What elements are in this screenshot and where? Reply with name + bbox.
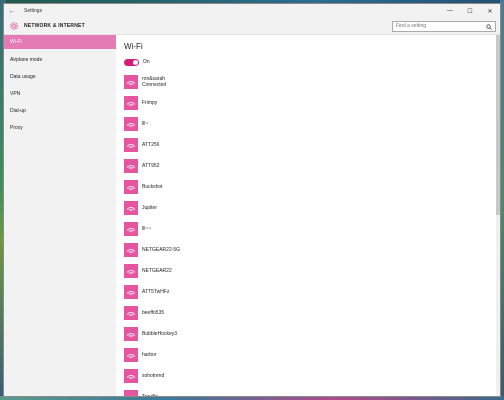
- network-item[interactable]: ron&sarah Connected: [124, 71, 500, 92]
- sidebar-item-data-usage[interactable]: Data usage: [4, 68, 116, 85]
- network-name: NETGEAR22: [142, 267, 172, 274]
- network-name: harbor: [142, 351, 157, 358]
- wifi-signal-icon: [124, 74, 138, 89]
- search-icon[interactable]: [486, 17, 492, 35]
- sidebar-item-label: VPN: [10, 90, 21, 97]
- network-item[interactable]: lll~~: [124, 218, 500, 239]
- wifi-signal-icon: [124, 368, 138, 383]
- network-name: beeffo535: [142, 309, 165, 316]
- wifi-signal-icon: [124, 116, 138, 131]
- network-text: NETGEAR22: [142, 268, 172, 274]
- wifi-toggle-row: On: [124, 57, 500, 67]
- network-item[interactable]: lll~: [124, 113, 500, 134]
- wifi-signal-icon: [124, 305, 138, 320]
- network-name: BubbleHockey3: [142, 330, 178, 337]
- wifi-signal-icon: [124, 179, 138, 194]
- network-name: ATT952: [142, 162, 160, 169]
- network-text: BubbleHockey3: [142, 331, 177, 337]
- gear-icon: [4, 21, 24, 31]
- close-button[interactable]: ✕: [480, 8, 500, 15]
- network-text: beeffo535: [142, 310, 164, 316]
- network-name: Frimpy: [142, 99, 158, 106]
- sidebar-item-label: Dial-up: [10, 107, 26, 114]
- sidebar-nav: Wi-Fi Airplane mode Data usage VPN Dial-…: [4, 35, 116, 396]
- wifi-signal-icon: [124, 242, 138, 257]
- network-text: ATT952: [142, 163, 159, 169]
- page-title: NETWORK & INTERNET: [24, 23, 85, 29]
- network-text: harbor: [142, 352, 156, 358]
- wifi-toggle[interactable]: [124, 58, 139, 66]
- network-name: sohotrend: [142, 372, 165, 379]
- sidebar-item-label: Wi-Fi: [10, 39, 22, 45]
- network-text: NETGEAR22-5G: [142, 247, 180, 253]
- network-name: lll~~: [142, 225, 152, 232]
- network-name: Jupiter: [142, 204, 158, 211]
- network-name: lll~: [142, 120, 149, 127]
- wifi-signal-icon: [124, 200, 138, 215]
- title-bar: ← Settings — ☐ ✕: [4, 4, 500, 18]
- network-item[interactable]: sohotrend: [124, 365, 500, 386]
- scrollbar[interactable]: [496, 35, 500, 396]
- wifi-signal-icon: [124, 326, 138, 341]
- wifi-signal-icon: [124, 158, 138, 173]
- page-header: NETWORK & INTERNET: [4, 18, 500, 35]
- network-item[interactable]: Buckshot: [124, 176, 500, 197]
- network-item[interactable]: BubbleHockey3: [124, 323, 500, 344]
- main-content: Wi-Fi On ron&sarah Connected Frimpy lll~ ATT…: [116, 35, 500, 397]
- back-arrow-icon[interactable]: ←: [4, 8, 20, 15]
- sidebar-item-proxy[interactable]: Proxy: [4, 119, 116, 136]
- network-item[interactable]: NETGEAR22: [124, 260, 500, 281]
- minimize-button[interactable]: —: [440, 8, 460, 14]
- network-item[interactable]: NETGEAR22-5G: [124, 239, 500, 260]
- network-name: ATT256: [142, 141, 160, 148]
- sidebar-item-wifi[interactable]: Wi-Fi: [4, 35, 116, 49]
- window-title: Settings: [24, 8, 43, 14]
- settings-window: ← Settings — ☐ ✕ NETWORK & INTERNET Find…: [3, 3, 501, 397]
- network-name: NETGEAR22-5G: [142, 246, 181, 253]
- sidebar-item-vpn[interactable]: VPN: [4, 85, 116, 102]
- network-name: ron&sarah: [142, 75, 166, 82]
- section-title: Wi-Fi: [124, 42, 143, 51]
- network-text: Treville: [142, 393, 158, 397]
- sidebar-item-dial-up[interactable]: Dial-up: [4, 102, 116, 119]
- wifi-signal-icon: [124, 347, 138, 362]
- scrollbar-thumb[interactable]: [496, 35, 500, 215]
- sidebar-item-airplane-mode[interactable]: Airplane mode: [4, 51, 116, 68]
- wifi-signal-icon: [124, 263, 138, 278]
- network-text: ATT256: [142, 142, 159, 148]
- network-name: ATT5TwHFz: [142, 288, 170, 295]
- network-item[interactable]: ATT5TwHFz: [124, 281, 500, 302]
- wifi-signal-icon: [124, 284, 138, 299]
- toggle-label: On: [143, 59, 150, 65]
- sidebar-item-label: Proxy: [10, 124, 23, 131]
- sidebar-item-label: Data usage: [10, 73, 36, 80]
- network-list: ron&sarah Connected Frimpy lll~ ATT256 ATT952…: [124, 71, 500, 397]
- network-text: sohotrend: [142, 373, 164, 379]
- network-text: lll~: [142, 121, 148, 127]
- network-text: Buckshot: [142, 184, 163, 190]
- network-text: lll~~: [142, 226, 151, 232]
- network-item[interactable]: harbor: [124, 344, 500, 365]
- wifi-signal-icon: [124, 95, 138, 110]
- sidebar-item-label: Airplane mode: [10, 56, 43, 63]
- network-item[interactable]: ATT952: [124, 155, 500, 176]
- search-box[interactable]: [392, 20, 496, 32]
- network-name: Treville: [142, 393, 158, 397]
- network-text: ron&sarah Connected: [142, 76, 166, 88]
- wifi-signal-icon: [124, 221, 138, 236]
- network-name: Buckshot: [142, 183, 163, 190]
- network-text: Frimpy: [142, 100, 157, 106]
- wifi-signal-icon: [124, 389, 138, 396]
- network-item[interactable]: ATT256: [124, 134, 500, 155]
- wifi-signal-icon: [124, 137, 138, 152]
- maximize-button[interactable]: ☐: [460, 8, 480, 15]
- network-text: Jupiter: [142, 205, 157, 211]
- search-input[interactable]: [396, 23, 486, 29]
- network-item[interactable]: Treville: [124, 386, 500, 397]
- network-status: Connected: [142, 81, 167, 88]
- network-item[interactable]: Jupiter: [124, 197, 500, 218]
- network-item[interactable]: beeffo535: [124, 302, 500, 323]
- network-item[interactable]: Frimpy: [124, 92, 500, 113]
- network-text: ATT5TwHFz: [142, 289, 169, 295]
